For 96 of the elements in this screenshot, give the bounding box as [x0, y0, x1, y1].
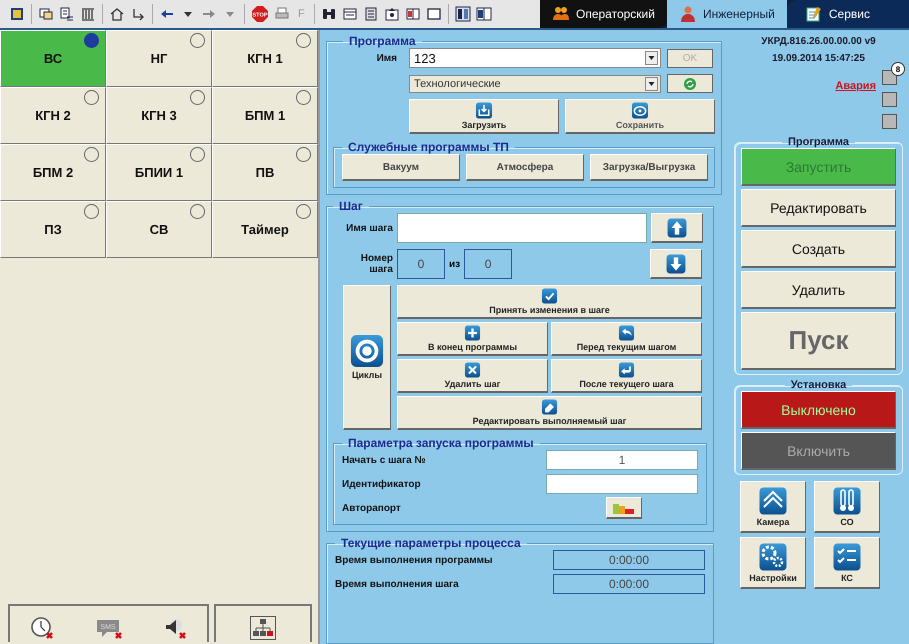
home-icon[interactable] — [109, 6, 125, 22]
shortcut-button[interactable]: СО — [814, 481, 880, 533]
app-window-icon[interactable] — [9, 6, 25, 22]
field-label: Номер шага — [360, 253, 393, 275]
field-label: Имя — [376, 52, 398, 64]
refresh-icon — [683, 76, 697, 90]
field-label: Начать с шага № — [342, 454, 426, 466]
shortcut-button[interactable]: Настройки — [740, 537, 806, 589]
group-title: Установка — [790, 379, 848, 391]
version-text: УКРД.816.26.00.00.00 v9 — [760, 36, 877, 47]
step-action-button[interactable]: После текущего шага — [551, 359, 702, 393]
shortcut-button[interactable]: КС — [814, 537, 880, 589]
step-action-button[interactable]: Перед текущим шагом — [551, 322, 702, 356]
control-button[interactable]: Удалить — [741, 271, 896, 309]
document-icon[interactable] — [362, 6, 379, 22]
step-action-button[interactable]: Удалить шаг — [397, 359, 548, 393]
plus-icon — [464, 325, 481, 341]
control-button[interactable]: Пуск — [741, 312, 896, 370]
unit-button[interactable]: СВ — [106, 201, 212, 258]
step-number-field: 0 — [397, 249, 445, 279]
unit-button[interactable]: НГ — [106, 30, 212, 87]
step-action-button[interactable]: Принять изменения в шаге — [397, 285, 702, 319]
date-time: 19.09.2014 15:47:25 — [771, 53, 866, 64]
unit-button[interactable]: БПМ 1 — [212, 87, 318, 144]
indicator-square — [882, 92, 897, 107]
launch-parameter-field[interactable] — [546, 474, 698, 494]
speaker-icon — [163, 616, 188, 640]
control-button[interactable]: Создать — [741, 230, 896, 268]
book-icon[interactable] — [404, 6, 421, 22]
network-icon — [250, 616, 276, 640]
form-icon[interactable] — [342, 6, 358, 22]
unit-button[interactable]: ПЗ — [0, 201, 106, 258]
field-label: из — [449, 258, 460, 270]
count-badge: 8 — [891, 62, 905, 76]
check-icon — [541, 288, 558, 304]
tab[interactable]: Сервис — [786, 0, 909, 28]
category-dropdown[interactable]: Технологические — [409, 74, 661, 92]
unit-button[interactable]: ВС — [0, 30, 106, 87]
group-title: Текущие параметры процесса — [340, 536, 522, 550]
gears-icon — [759, 542, 787, 570]
columns-icon[interactable] — [80, 6, 96, 22]
tab[interactable]: Операторский — [540, 0, 667, 28]
save-button[interactable]: Сохранить — [565, 99, 715, 134]
refresh-button[interactable] — [667, 74, 713, 93]
thermometer-icon — [833, 486, 861, 514]
move-up-button[interactable] — [651, 213, 703, 243]
group-title: Параметра запуска программы — [347, 436, 535, 450]
step-action-button[interactable]: Редактировать выполняемый шаг — [397, 396, 702, 430]
cycles-button[interactable]: Циклы — [343, 285, 391, 430]
group-title: Программа — [786, 136, 850, 148]
unit-button[interactable]: Таймер — [212, 201, 318, 258]
windows-icon[interactable] — [38, 6, 54, 22]
group-title: Программа — [348, 34, 417, 48]
unit-button[interactable]: БПМ 2 — [0, 144, 106, 201]
service-program-button[interactable]: Загрузка/Выгрузка — [590, 154, 708, 181]
load-button[interactable]: Загрузить — [409, 99, 559, 134]
clock-icon — [30, 616, 54, 640]
step-name-field[interactable] — [397, 213, 647, 243]
chevron-icon — [759, 486, 787, 514]
unit-button[interactable]: ПВ — [212, 144, 318, 201]
book-icon[interactable] — [476, 6, 492, 22]
tab[interactable]: Инженерный — [666, 0, 787, 28]
unit-button[interactable]: КГН 1 — [212, 30, 318, 87]
field-label: Идентификатор — [342, 478, 421, 490]
report-button[interactable] — [606, 497, 642, 519]
control-button[interactable]: Редактировать — [741, 189, 896, 227]
move-down-button[interactable] — [650, 249, 702, 279]
unit-button[interactable]: КГН 3 — [106, 87, 212, 144]
step-total-field: 0 — [464, 249, 512, 279]
panel-icon[interactable] — [454, 6, 471, 22]
time-value-field: 0:00:00 — [553, 550, 705, 570]
time-value-field: 0:00:00 — [553, 574, 705, 594]
unit-button[interactable]: КГН 2 — [0, 87, 106, 144]
field-label: Авторапорт — [342, 502, 401, 514]
service-program-button[interactable]: Вакуум — [342, 154, 460, 181]
list-icon[interactable] — [59, 6, 75, 22]
indicator-square — [882, 114, 897, 129]
person-icon — [678, 5, 697, 23]
window-icon[interactable] — [426, 6, 442, 22]
field-label: Время выполнения программы — [335, 554, 493, 566]
field-label: Имя шага — [345, 222, 393, 234]
launch-parameter-field[interactable]: 1 — [546, 450, 698, 470]
field-label: Время выполнения шага — [335, 578, 459, 590]
group-title: Служебные программы ТП — [347, 140, 510, 154]
pencil-icon — [541, 399, 558, 415]
checklist-icon — [833, 542, 861, 570]
control-button[interactable]: Выключено — [741, 391, 896, 429]
shortcut-button[interactable]: Камера — [740, 481, 806, 533]
unit-button[interactable]: БПИИ 1 — [106, 144, 212, 201]
cross-icon — [464, 362, 481, 378]
group-title: Шаг — [338, 199, 364, 213]
step-action-button[interactable]: В конец программы — [397, 322, 548, 356]
service-program-button[interactable]: Атмосфера — [466, 154, 584, 181]
notepad-icon — [804, 5, 823, 23]
people-icon — [552, 5, 570, 23]
program-name-dropdown[interactable]: 123 — [409, 48, 661, 68]
